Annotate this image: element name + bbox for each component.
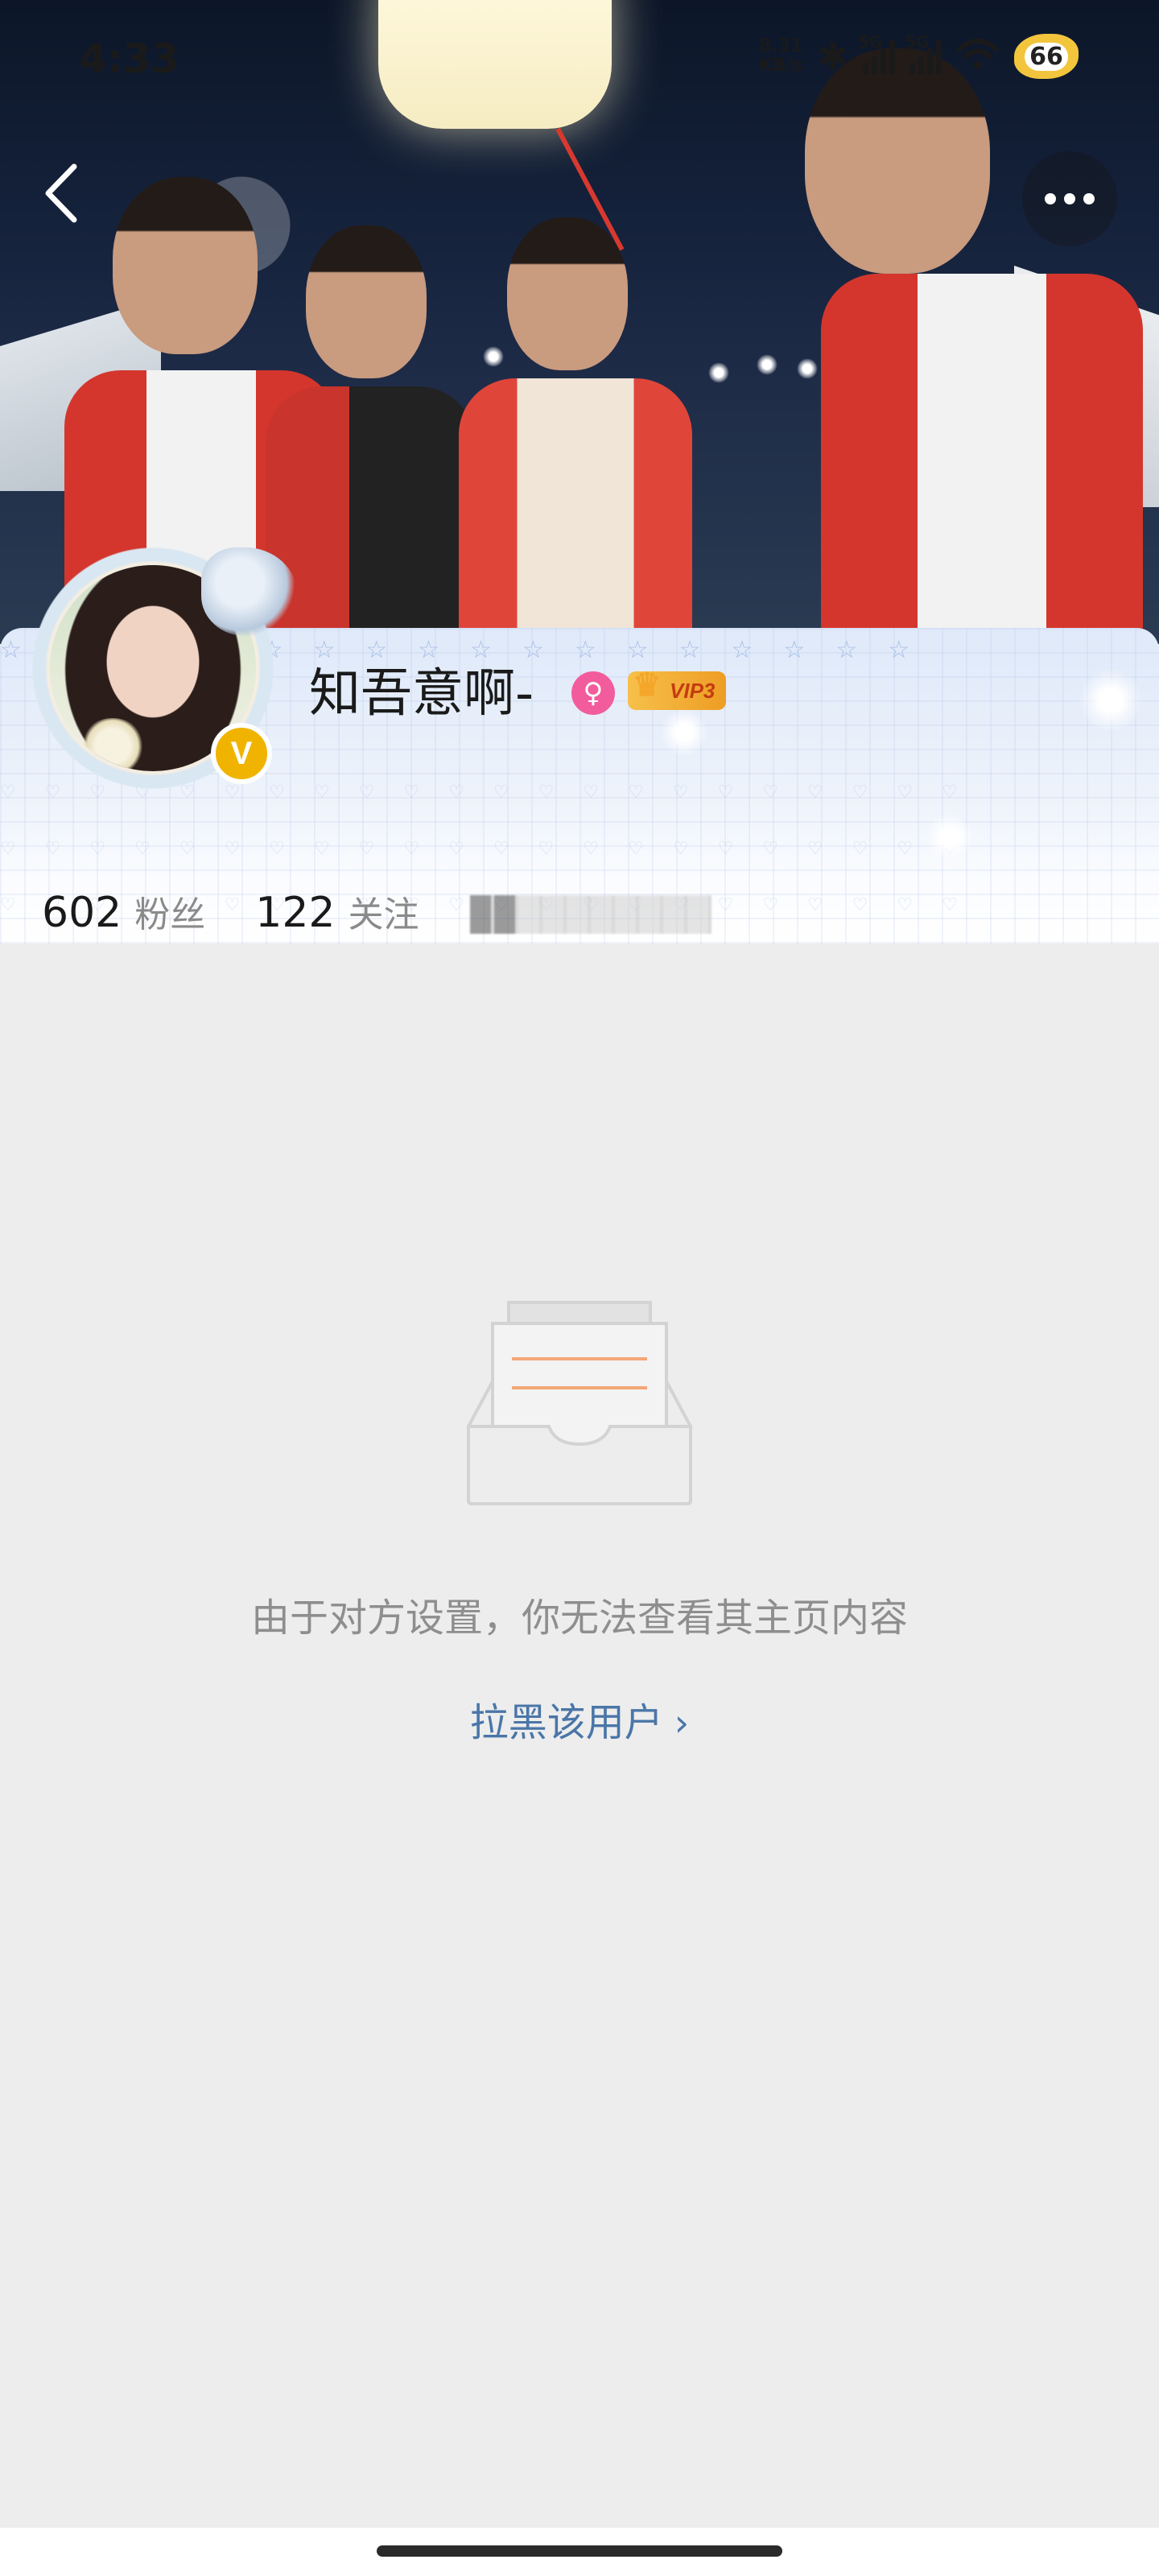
- back-button[interactable]: [32, 157, 89, 229]
- status-time: 4:33: [79, 35, 179, 82]
- obscured-stat: [470, 895, 711, 934]
- signal-icon: 5G: [905, 32, 942, 74]
- empty-state-message: 由于对方设置，你无法查看其主页内容: [250, 1596, 908, 1641]
- chevron-right-icon: ›: [674, 1701, 690, 1744]
- battery-level: 66: [1025, 42, 1068, 71]
- username: 知吾意啊-: [309, 664, 534, 724]
- followers-label: 粉丝: [134, 894, 206, 935]
- signal-label: 5G: [905, 32, 930, 52]
- block-user-label: 拉黑该用户: [469, 1700, 663, 1745]
- following-stat[interactable]: 122 关注: [255, 886, 419, 937]
- followers-count: 602: [42, 889, 122, 937]
- signal-icon: 5G: [858, 32, 895, 74]
- status-icons: 8.31 KB/s ✱ 5G 5G 66: [759, 32, 1079, 79]
- following-label: 关注: [348, 894, 419, 935]
- vip-label: VIP3: [670, 678, 716, 703]
- followers-stat[interactable]: 602 粉丝: [42, 886, 205, 937]
- avatar-flower: [80, 718, 145, 771]
- vip-badge[interactable]: ♛ VIP3: [628, 667, 727, 710]
- profile-stats: 602 粉丝 122 关注: [42, 886, 469, 937]
- empty-tray-icon: [467, 1301, 692, 1505]
- more-dots-icon: [1045, 193, 1056, 204]
- crown-icon: ♛: [633, 667, 662, 703]
- more-dots-icon: [1083, 193, 1095, 204]
- cover-light: [757, 354, 777, 375]
- battery-icon: 66: [1014, 34, 1079, 79]
- female-icon: ♀: [571, 671, 615, 715]
- card-sparkle: [926, 813, 974, 861]
- bluetooth-icon: ✱: [817, 35, 848, 78]
- network-speed-value: 8.31: [758, 36, 803, 56]
- cover-person: [789, 48, 1143, 644]
- more-dots-icon: [1064, 193, 1075, 204]
- card-sparkle: [660, 708, 708, 757]
- verified-badge-icon[interactable]: V: [211, 723, 272, 784]
- wifi-icon: [956, 36, 1000, 77]
- more-button[interactable]: [1022, 151, 1117, 246]
- signal-label: 5G: [858, 32, 883, 52]
- network-speed: 8.31 KB/s: [759, 37, 803, 76]
- network-speed-unit: KB/s: [758, 56, 803, 76]
- block-user-link[interactable]: 拉黑该用户 ›: [0, 1690, 1159, 1747]
- card-sparkle: [1079, 668, 1143, 733]
- home-indicator[interactable]: [377, 2545, 782, 2557]
- status-bar: 4:33 8.31 KB/s ✱ 5G 5G 66: [0, 0, 1159, 129]
- cover-person: [266, 225, 475, 644]
- cover-person: [459, 217, 692, 644]
- following-count: 122: [255, 889, 336, 937]
- chevron-left-icon: [45, 163, 77, 223]
- cover-light: [708, 362, 729, 383]
